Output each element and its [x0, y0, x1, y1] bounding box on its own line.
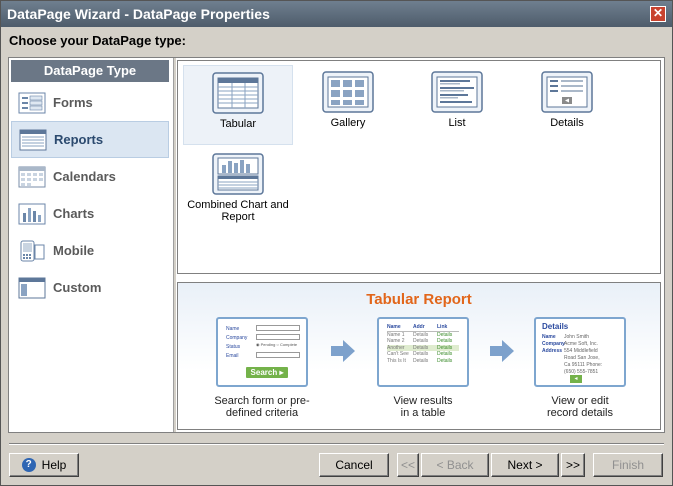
details-preview-field: Company Acme Soft, Inc. — [542, 341, 598, 347]
mobile-icon — [20, 240, 45, 261]
sidebar-item-label: Reports — [54, 132, 104, 147]
search-field-box — [256, 325, 300, 331]
main-frame: DataPage Type Forms Reports Calendars Ch… — [8, 57, 665, 433]
sidebar-item-forms[interactable]: Forms — [11, 84, 169, 121]
flow-arrow-icon — [331, 340, 355, 362]
sidebar-item-custom[interactable]: Custom — [11, 269, 169, 306]
type-options-panel: Tabular Gallery List Details Combined Ch… — [177, 60, 661, 274]
type-label: List — [448, 117, 466, 129]
preview-panel: Tabular Report Name Company Status Email… — [177, 282, 661, 430]
table-preview: Name Addr Link Name 1 Details Details Name… — [377, 317, 469, 387]
page-prompt: Choose your DataPage type: — [9, 33, 186, 48]
close-icon[interactable]: ✕ — [650, 6, 666, 22]
search-field-box — [256, 334, 300, 340]
table-preview-row: This Is It Details Details — [387, 357, 453, 364]
combined-chart-report-icon — [212, 153, 264, 195]
step-caption-search: Search form or pre-defined criteria — [214, 395, 310, 419]
type-label: Details — [550, 117, 584, 129]
help-icon: ? — [21, 458, 36, 472]
sidebar-item-label: Mobile — [53, 243, 95, 258]
type-label: Combined Chart and Report — [187, 199, 289, 223]
search-field-label: Email — [226, 353, 239, 359]
sidebar-item-calendars[interactable]: Calendars — [11, 158, 169, 195]
help-button[interactable]: ? Help — [9, 453, 79, 477]
separator — [9, 443, 664, 445]
next-button[interactable]: Next > — [491, 453, 559, 477]
charts-icon — [18, 203, 46, 224]
back-arrow-icon: ◂ — [570, 375, 582, 383]
type-details[interactable]: Details — [512, 65, 622, 145]
search-form-preview: Name Company Status Email ◉ Pending ○ Co… — [216, 317, 308, 387]
first-page-button[interactable]: << — [397, 453, 419, 477]
reports-icon — [19, 129, 47, 150]
sidebar-item-reports[interactable]: Reports — [11, 121, 169, 158]
sidebar-item-charts[interactable]: Charts — [11, 195, 169, 232]
details-preview-field: Name John Smith — [542, 334, 590, 340]
back-button[interactable]: < Back — [421, 453, 489, 477]
search-field-label: Name — [226, 326, 240, 332]
details-preview-title: Details — [542, 322, 569, 331]
type-combined-chart-report[interactable]: Combined Chart and Report — [183, 147, 293, 229]
gallery-icon — [322, 71, 374, 113]
flow-arrow-icon — [490, 340, 514, 362]
type-label: Gallery — [330, 117, 366, 129]
step-caption-details: View or edit record details — [546, 395, 614, 419]
table-preview-header: Name Addr Link — [387, 324, 459, 332]
step-caption-table: View results in a table — [393, 395, 453, 419]
details-icon — [541, 71, 593, 113]
sidebar-item-mobile[interactable]: Mobile — [11, 232, 169, 269]
status-option: Pending — [260, 342, 276, 347]
search-field-label: Company — [226, 335, 248, 341]
sidebar-item-label: Forms — [53, 95, 93, 110]
details-preview-field: Address 554 Middlefield Road San Jose, Ca… — [542, 348, 603, 375]
cancel-button[interactable]: Cancel — [319, 453, 389, 477]
details-preview: Details Name John Smith Company Acme Soft,… — [534, 317, 626, 387]
search-preview-button: Search ▸ — [246, 367, 288, 378]
sidebar-item-label: Charts — [53, 206, 95, 221]
forms-icon — [18, 92, 46, 113]
calendars-icon — [18, 166, 46, 187]
search-field-label: Status — [226, 344, 241, 350]
datapage-type-sidebar: DataPage Type Forms Reports Calendars Ch… — [11, 60, 169, 430]
sidebar-header: DataPage Type — [11, 60, 169, 82]
last-page-button[interactable]: >> — [561, 453, 585, 477]
title-bar: DataPage Wizard - DataPage Properties ✕ — [1, 1, 672, 27]
type-list[interactable]: List — [402, 65, 512, 145]
sidebar-item-label: Custom — [53, 280, 102, 295]
wizard-window: DataPage Wizard - DataPage Properties ✕ … — [0, 0, 673, 486]
search-field-box — [256, 352, 300, 358]
finish-button[interactable]: Finish — [593, 453, 663, 477]
button-bar: ? Help Cancel << < Back Next > >> Finish — [1, 439, 672, 485]
list-icon — [431, 71, 483, 113]
sidebar-item-label: Calendars — [53, 169, 116, 184]
type-gallery[interactable]: Gallery — [293, 65, 403, 145]
type-label: Tabular — [219, 118, 257, 130]
status-option: Complete — [279, 342, 298, 347]
preview-title: Tabular Report — [366, 291, 472, 308]
tabular-icon — [212, 72, 264, 114]
custom-icon — [18, 277, 46, 298]
window-title: DataPage Wizard - DataPage Properties — [7, 6, 270, 22]
type-tabular[interactable]: Tabular — [183, 65, 293, 145]
status-options: ◉ Pending ○ Complete — [256, 342, 298, 347]
